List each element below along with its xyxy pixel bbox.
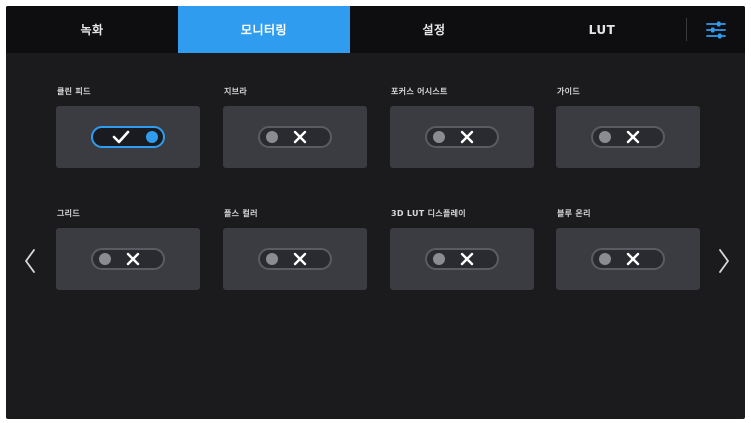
toggle-switch[interactable] bbox=[591, 126, 665, 148]
settings-button[interactable] bbox=[687, 6, 745, 53]
chevron-left-icon bbox=[25, 249, 35, 273]
toggle-card[interactable] bbox=[556, 228, 700, 290]
toggle-switch[interactable] bbox=[425, 248, 499, 270]
toggle-focus-assist: 포커스 어시스트 bbox=[390, 86, 534, 168]
prev-page-button[interactable] bbox=[22, 246, 38, 276]
toggle-label: 지브라 bbox=[224, 87, 247, 96]
x-icon bbox=[457, 128, 477, 146]
toggle-label: 블루 온리 bbox=[557, 209, 591, 218]
x-icon bbox=[457, 250, 477, 268]
sliders-icon bbox=[706, 21, 726, 38]
toggle-switch[interactable] bbox=[258, 248, 332, 270]
tab-setup[interactable]: 설정 bbox=[350, 6, 518, 53]
x-icon bbox=[290, 128, 310, 146]
toggle-knob bbox=[266, 131, 278, 143]
toggle-false-color: 폴스 컬러 bbox=[223, 208, 367, 290]
toggle-grid-overlay: 그리드 bbox=[56, 208, 200, 290]
x-icon bbox=[623, 128, 643, 146]
toggle-knob bbox=[99, 253, 111, 265]
tab-lut-label: LUT bbox=[588, 22, 616, 37]
toggle-card[interactable] bbox=[390, 106, 534, 168]
tab-monitoring-label: 모니터링 bbox=[240, 23, 288, 37]
toggle-label: 포커스 어시스트 bbox=[391, 87, 448, 96]
toggle-switch[interactable] bbox=[591, 248, 665, 270]
tab-record-label: 녹화 bbox=[80, 23, 104, 37]
toggle-card[interactable] bbox=[390, 228, 534, 290]
toggle-card[interactable] bbox=[223, 228, 367, 290]
toggle-clean-feed: 클린 피드 bbox=[56, 86, 200, 168]
tab-lut[interactable]: LUT bbox=[518, 6, 686, 53]
x-icon bbox=[623, 250, 643, 268]
toggle-card[interactable] bbox=[556, 106, 700, 168]
toggle-guides: 가이드 bbox=[556, 86, 700, 168]
tab-monitoring[interactable]: 모니터링 bbox=[178, 6, 350, 53]
toggle-knob bbox=[146, 131, 158, 143]
toggle-blue-only: 블루 온리 bbox=[556, 208, 700, 290]
toggle-card[interactable] bbox=[56, 106, 200, 168]
toggle-knob bbox=[599, 131, 611, 143]
monitoring-screen: 녹화 모니터링 설정 LUT 클린 피드 지브라 포커스 어시스트 가이드 그리… bbox=[6, 6, 745, 419]
toggle-knob bbox=[599, 253, 611, 265]
x-icon bbox=[123, 250, 143, 268]
toggle-label: 그리드 bbox=[57, 209, 80, 218]
x-icon bbox=[290, 250, 310, 268]
toggle-3d-lut-display: 3D LUT 디스플레이 bbox=[390, 208, 534, 290]
toggle-label: 클린 피드 bbox=[57, 87, 91, 96]
toggle-card[interactable] bbox=[223, 106, 367, 168]
toggle-grid: 클린 피드 지브라 포커스 어시스트 가이드 그리드 폴스 컬러 3D LUT … bbox=[56, 86, 701, 306]
tab-bar: 녹화 모니터링 설정 LUT bbox=[6, 6, 745, 53]
toggle-switch[interactable] bbox=[91, 248, 165, 270]
tab-setup-label: 설정 bbox=[422, 23, 446, 37]
toggle-knob bbox=[433, 131, 445, 143]
toggle-label: 가이드 bbox=[557, 87, 580, 96]
check-icon bbox=[110, 128, 132, 146]
next-page-button[interactable] bbox=[716, 246, 732, 276]
toggle-knob bbox=[266, 253, 278, 265]
toggle-switch[interactable] bbox=[258, 126, 332, 148]
chevron-right-icon bbox=[719, 249, 729, 273]
toggle-label: 3D LUT 디스플레이 bbox=[391, 209, 466, 218]
toggle-knob bbox=[433, 253, 445, 265]
toggle-switch[interactable] bbox=[425, 126, 499, 148]
toggle-label: 폴스 컬러 bbox=[224, 209, 258, 218]
toggle-switch[interactable] bbox=[91, 126, 165, 148]
toggle-card[interactable] bbox=[56, 228, 200, 290]
toggle-zebra: 지브라 bbox=[223, 86, 367, 168]
tab-record[interactable]: 녹화 bbox=[6, 6, 178, 53]
